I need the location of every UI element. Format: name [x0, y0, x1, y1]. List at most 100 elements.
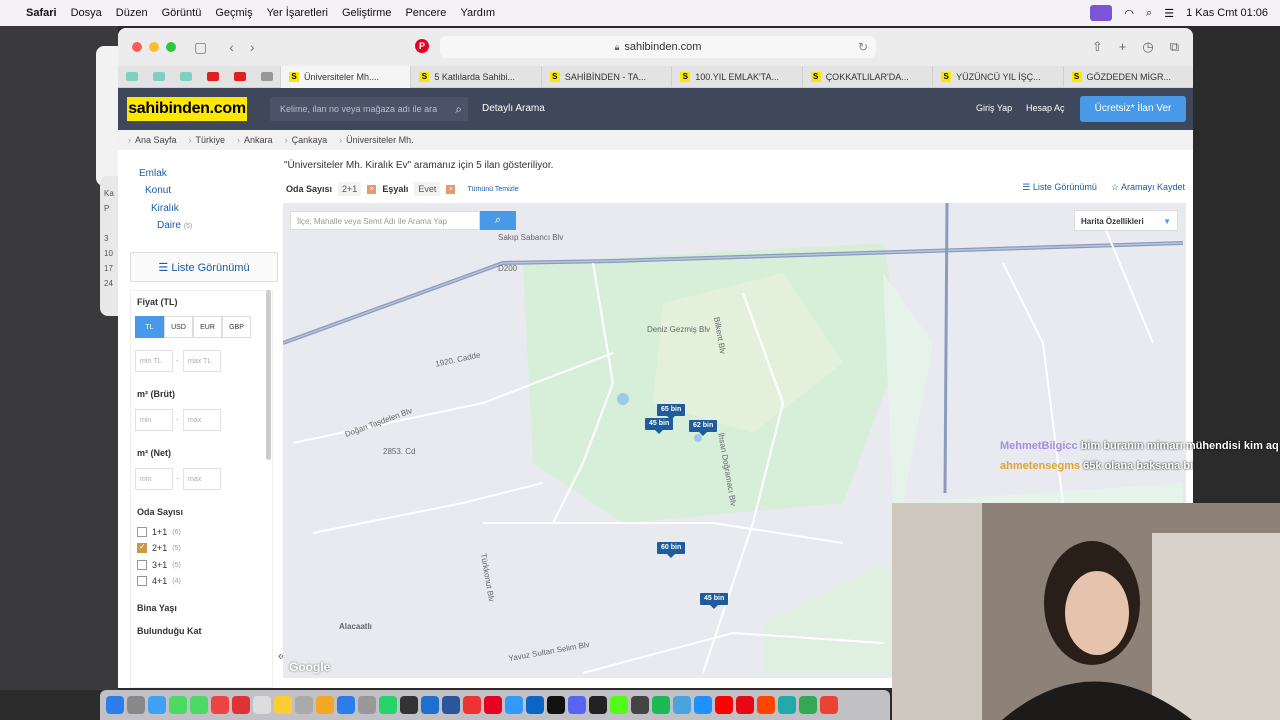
photo-booth-icon[interactable] — [211, 696, 229, 714]
menu-edit[interactable]: Düzen — [116, 7, 148, 19]
close-window-button[interactable] — [132, 42, 142, 52]
price-min-input[interactable]: min TL — [135, 350, 173, 372]
address-bar[interactable]: 🔒︎ sahibinden.com ↻ — [440, 36, 876, 58]
finder-icon[interactable] — [106, 696, 124, 714]
building-age-label[interactable]: Bina Yaşı — [137, 603, 177, 613]
breadcrumb-country[interactable]: Türkiye — [189, 135, 226, 145]
search-icon[interactable]: ⌕ — [1146, 7, 1152, 20]
listing-pin[interactable]: 60 bin — [657, 542, 686, 558]
checkbox[interactable] — [137, 527, 147, 537]
pinned-tab-chart[interactable] — [145, 66, 172, 88]
search-icon[interactable]: ⌕ — [455, 97, 462, 121]
map-features-dropdown[interactable]: Harita Özellikleri ▼ — [1074, 210, 1178, 231]
listing-pin[interactable]: 45 bin — [645, 418, 674, 434]
site-search-input[interactable]: Kelime, ilan no veya mağaza adı ile ara … — [270, 97, 468, 121]
listing-pin[interactable]: 45 bin — [700, 593, 729, 609]
m2-brut-min-input[interactable]: min — [135, 409, 173, 431]
m2-net-max-input[interactable]: max — [183, 468, 221, 490]
reminders-icon[interactable] — [274, 696, 292, 714]
netflix-icon[interactable] — [736, 696, 754, 714]
detailed-search-link[interactable]: Detaylı Arama — [482, 103, 545, 114]
app-store-icon[interactable] — [337, 696, 355, 714]
opera-icon[interactable] — [463, 696, 481, 714]
m2-brut-max-input[interactable]: max — [183, 409, 221, 431]
pinned-tab-chart[interactable] — [118, 66, 145, 88]
whatsapp-icon[interactable] — [379, 696, 397, 714]
facetime-icon[interactable] — [190, 696, 208, 714]
list-view-link[interactable]: ☰ Liste Görünümü — [1022, 182, 1097, 193]
new-tab-icon[interactable]: + — [1119, 39, 1127, 55]
wifi-icon[interactable]: ◠ — [1124, 7, 1134, 20]
steam-icon[interactable] — [673, 696, 691, 714]
menu-develop[interactable]: Geliştirme — [342, 7, 392, 19]
menu-file[interactable]: Dosya — [71, 7, 102, 19]
breadcrumb-city[interactable]: Ankara — [237, 135, 273, 145]
teams-icon[interactable] — [505, 696, 523, 714]
price-max-input[interactable]: max TL — [183, 350, 221, 372]
reload-icon[interactable]: ↻ — [858, 40, 868, 54]
zoom-window-button[interactable] — [166, 42, 176, 52]
post-listing-button[interactable]: Ücretsiz* İlan Ver — [1080, 96, 1186, 122]
category-daire[interactable]: Daire (5) — [157, 220, 192, 231]
sidebar-scrollbar[interactable] — [266, 290, 271, 460]
youtube-icon[interactable] — [715, 696, 733, 714]
list-view-button[interactable]: ☰ Liste Görünümü — [130, 252, 278, 282]
checkbox-checked[interactable] — [137, 542, 147, 553]
app-icon[interactable] — [778, 696, 796, 714]
calendar-icon[interactable] — [232, 696, 250, 714]
room-option-4-1[interactable]: 4+1 (4) — [137, 576, 181, 586]
kick-icon[interactable] — [610, 696, 628, 714]
tab-2[interactable]: S 5 Katlılarda Sahibi... — [410, 65, 540, 88]
forward-icon[interactable]: › — [250, 39, 255, 55]
remove-filter-icon[interactable]: × — [367, 184, 377, 194]
checkbox[interactable] — [137, 576, 147, 586]
vscode-icon[interactable] — [694, 696, 712, 714]
category-emlak[interactable]: Emlak — [139, 168, 167, 179]
room-option-3-1[interactable]: 3+1 (5) — [137, 560, 181, 570]
menu-history[interactable]: Geçmiş — [215, 7, 252, 19]
spotify-icon[interactable] — [652, 696, 670, 714]
safari-icon[interactable] — [148, 696, 166, 714]
tab-1[interactable]: S Üniversiteler Mh.... — [280, 65, 411, 88]
tab-4[interactable]: S 100.YIL EMLAK'TA... — [671, 65, 801, 88]
music-icon[interactable] — [316, 696, 334, 714]
clear-all-filters-link[interactable]: Tümünü Temizle — [467, 186, 518, 193]
reddit-icon[interactable] — [757, 696, 775, 714]
x-icon[interactable] — [547, 696, 565, 714]
obs-icon[interactable] — [631, 696, 649, 714]
share-icon[interactable]: ⇧ — [1092, 39, 1103, 55]
system-preferences-icon[interactable] — [358, 696, 376, 714]
tab-5[interactable]: S ÇOKKATLILAR'DA... — [801, 65, 932, 88]
launchpad-icon[interactable] — [127, 696, 145, 714]
register-link[interactable]: Hesap Aç — [1026, 103, 1065, 113]
site-logo[interactable]: sahibinden.com — [127, 97, 247, 121]
map-search-button[interactable]: ⌕ — [480, 211, 516, 230]
screen-record-icon[interactable] — [1090, 5, 1113, 21]
category-konut[interactable]: Konut — [145, 185, 171, 196]
pinned-tab-chart[interactable] — [172, 66, 199, 88]
currency-eur[interactable]: EUR — [193, 316, 222, 338]
minimize-window-button[interactable] — [149, 42, 159, 52]
tab-3[interactable]: S SAHİBİNDEN - TA... — [540, 65, 671, 88]
back-icon[interactable]: ‹ — [229, 39, 234, 55]
drive-icon[interactable] — [799, 696, 817, 714]
tab-overview-icon[interactable]: ⧉ — [1170, 39, 1179, 55]
remove-filter-icon[interactable]: × — [446, 184, 456, 194]
settings-icon[interactable] — [295, 696, 313, 714]
map-search-input[interactable]: İlçe, Mahalle veya Semt Adı ile Arama Ya… — [290, 211, 480, 230]
pinterest-icon[interactable]: P — [415, 39, 429, 53]
save-search-link[interactable]: ☆ Aramayı Kaydet — [1111, 182, 1185, 193]
pinterest-icon[interactable] — [484, 696, 502, 714]
messages-icon[interactable] — [169, 696, 187, 714]
room-option-2-1[interactable]: 2+1 (5) — [137, 542, 181, 553]
listing-pin[interactable]: 65 bin — [657, 404, 686, 420]
capcut-icon[interactable] — [400, 696, 418, 714]
menu-bookmarks[interactable]: Yer İşaretleri — [267, 7, 328, 19]
listing-pin[interactable]: 62 bin — [689, 420, 718, 436]
menu-help[interactable]: Yardım — [460, 7, 495, 19]
terminal-icon[interactable] — [589, 696, 607, 714]
tab-6[interactable]: S YÜZÜNCÜ YIL İŞÇ... — [932, 65, 1062, 88]
floor-label[interactable]: Bulunduğu Kat — [137, 626, 202, 636]
menu-app[interactable]: Safari — [26, 7, 57, 19]
pinned-tab-youtube[interactable] — [226, 66, 253, 88]
